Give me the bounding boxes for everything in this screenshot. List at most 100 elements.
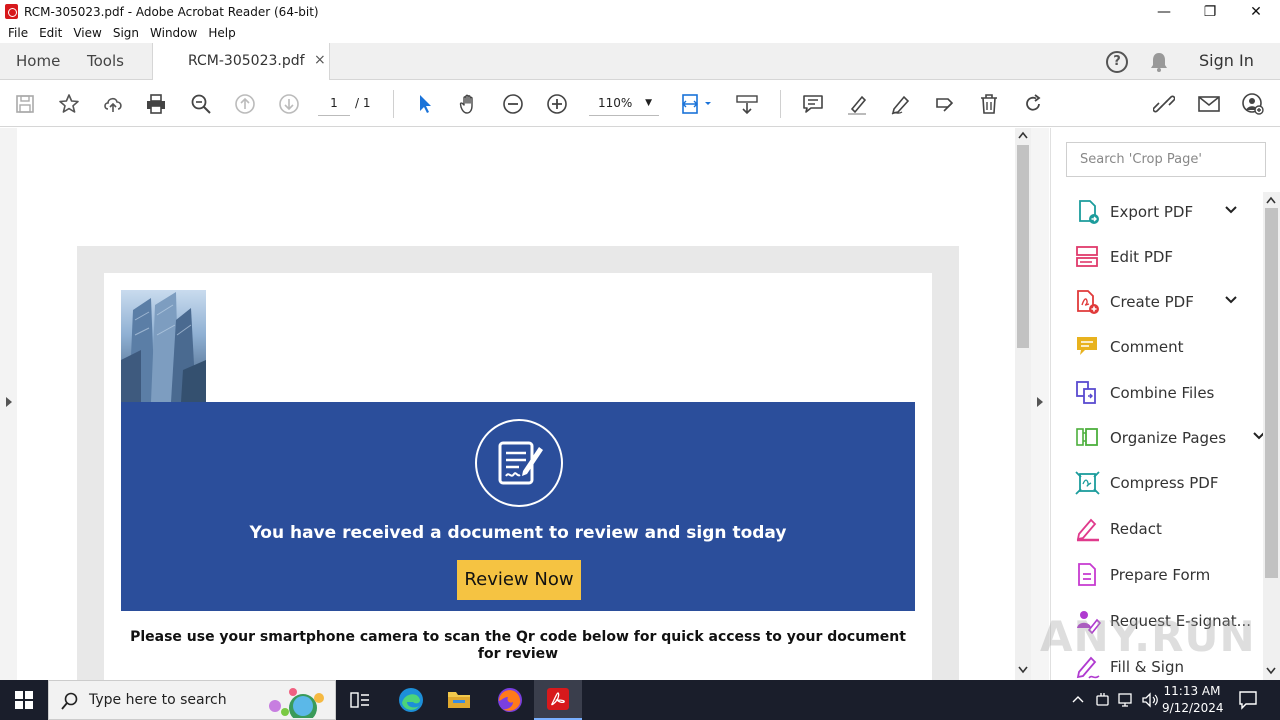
email-icon[interactable] [1197,92,1221,116]
tool-prepare-form[interactable]: Prepare Form [1075,560,1210,590]
toolbar-divider [393,90,394,118]
zoom-select[interactable]: 110% ▼ [589,92,659,116]
menu-help[interactable]: Help [208,26,235,40]
tool-label: Redact [1110,520,1162,538]
document-banner: You have received a document to review a… [121,402,915,611]
menu-sign[interactable]: Sign [113,26,139,40]
network-icon[interactable] [1117,691,1135,709]
tool-edit-pdf[interactable]: Edit PDF [1075,242,1173,272]
organize-pages-icon [1076,428,1098,446]
previous-page-icon[interactable] [233,92,257,116]
tab-bar: Home Tools RCM-305023.pdf × ? Sign In [0,43,1280,80]
page-fit-icon[interactable] [680,92,714,116]
bell-icon[interactable] [1148,51,1170,73]
file-explorer-icon[interactable] [447,688,471,710]
add-user-icon[interactable] [1241,92,1265,116]
start-button[interactable] [0,680,48,720]
tool-create-pdf[interactable]: Create PDF [1075,287,1237,317]
tool-comment[interactable]: Comment [1075,332,1184,362]
stamp-icon[interactable] [933,92,957,116]
tool-compress-pdf[interactable]: Compress PDF [1075,468,1218,498]
zoom-search-icon[interactable] [189,92,213,116]
star-icon[interactable] [57,92,81,116]
tab-home[interactable]: Home [16,52,60,70]
tab-tools[interactable]: Tools [87,52,124,70]
tool-label: Compress PDF [1110,474,1219,492]
tool-organize-pages[interactable]: Organize Pages [1075,423,1265,453]
tool-redact[interactable]: Redact [1075,514,1162,544]
scroll-up-icon[interactable] [1018,131,1028,139]
sign-in-button[interactable]: Sign In [1199,51,1254,70]
create-pdf-icon [1077,290,1099,314]
comment-icon[interactable] [801,92,825,116]
close-button[interactable]: ✕ [1233,0,1279,23]
save-icon[interactable] [13,92,37,116]
battery-icon[interactable] [1094,691,1112,709]
pdf-page-frame: You have received a document to review a… [77,246,959,680]
scrollbar-thumb[interactable] [1017,145,1029,348]
scroll-mode-icon[interactable] [735,92,759,116]
delete-icon[interactable] [977,92,1001,116]
menu-window[interactable]: Window [150,26,197,40]
rotate-icon[interactable] [1021,92,1045,116]
building-image [121,290,206,402]
menu-bar: File Edit View Sign Window Help [0,23,1280,43]
zoom-out-icon[interactable] [501,92,525,116]
clock-date: 9/12/2024 [1162,701,1224,715]
tray-overflow-icon[interactable] [1072,695,1084,703]
comment-tool-icon [1077,337,1097,355]
edge-icon[interactable] [398,687,424,713]
volume-icon[interactable] [1141,691,1159,709]
share-link-icon[interactable] [1152,92,1176,116]
document-viewer[interactable]: You have received a document to review a… [17,128,1015,680]
menu-view[interactable]: View [73,26,101,40]
upload-icon[interactable] [101,92,125,116]
left-panel-toggle[interactable] [0,128,17,680]
chevron-down-icon: ▼ [645,98,652,108]
search-highlight-icon [269,688,324,718]
qr-instruction-text: Please use your smartphone camera to sca… [130,629,906,662]
menu-file[interactable]: File [8,26,28,40]
windows-icon [15,691,33,709]
scrollbar-thumb[interactable] [1265,208,1278,578]
select-cursor-icon[interactable] [413,92,437,116]
tools-pane-scrollbar[interactable] [1263,192,1280,680]
help-icon[interactable]: ? [1106,51,1128,73]
notifications-icon[interactable] [1238,690,1258,710]
tool-label: Prepare Form [1110,566,1211,584]
chevron-down-icon[interactable] [1225,206,1237,214]
acrobat-taskbar-button[interactable] [534,680,582,720]
minimize-button[interactable]: — [1141,0,1187,23]
tools-search-input[interactable]: Search 'Crop Page' [1066,142,1266,177]
tool-export-pdf[interactable]: Export PDF [1075,197,1237,227]
document-scrollbar[interactable] [1015,128,1031,680]
firefox-icon[interactable] [497,687,523,713]
sign-document-icon [475,419,563,507]
chevron-down-icon[interactable] [1225,296,1237,304]
task-view-icon[interactable] [350,691,370,709]
taskbar-search[interactable]: Type here to search [48,680,336,720]
scroll-down-icon[interactable] [1266,667,1276,675]
tools-pane-toggle[interactable] [1031,128,1049,680]
hand-tool-icon[interactable] [457,92,481,116]
scroll-down-icon[interactable] [1018,666,1028,674]
banner-title: You have received a document to review a… [249,523,787,543]
menu-edit[interactable]: Edit [39,26,62,40]
next-page-icon[interactable] [277,92,301,116]
highlight-icon[interactable] [845,92,869,116]
tool-label: Export PDF [1110,203,1194,221]
draw-icon[interactable] [889,92,913,116]
taskbar-clock[interactable]: 11:13 AM 9/12/2024 [1162,683,1224,717]
zoom-in-icon[interactable] [545,92,569,116]
document-tab-label: RCM-305023.pdf [188,53,305,69]
review-now-button[interactable]: Review Now [457,560,581,600]
tool-label: Organize Pages [1110,429,1227,447]
print-icon[interactable] [144,92,168,116]
scroll-up-icon[interactable] [1266,196,1276,204]
maximize-button[interactable]: ❐ [1187,0,1233,23]
combine-files-icon [1076,381,1096,404]
page-number-input[interactable]: 1 [318,92,350,116]
tool-combine-files[interactable]: Combine Files [1075,378,1214,408]
tab-document[interactable]: RCM-305023.pdf × [152,43,330,80]
close-tab-icon[interactable]: × [314,52,326,68]
